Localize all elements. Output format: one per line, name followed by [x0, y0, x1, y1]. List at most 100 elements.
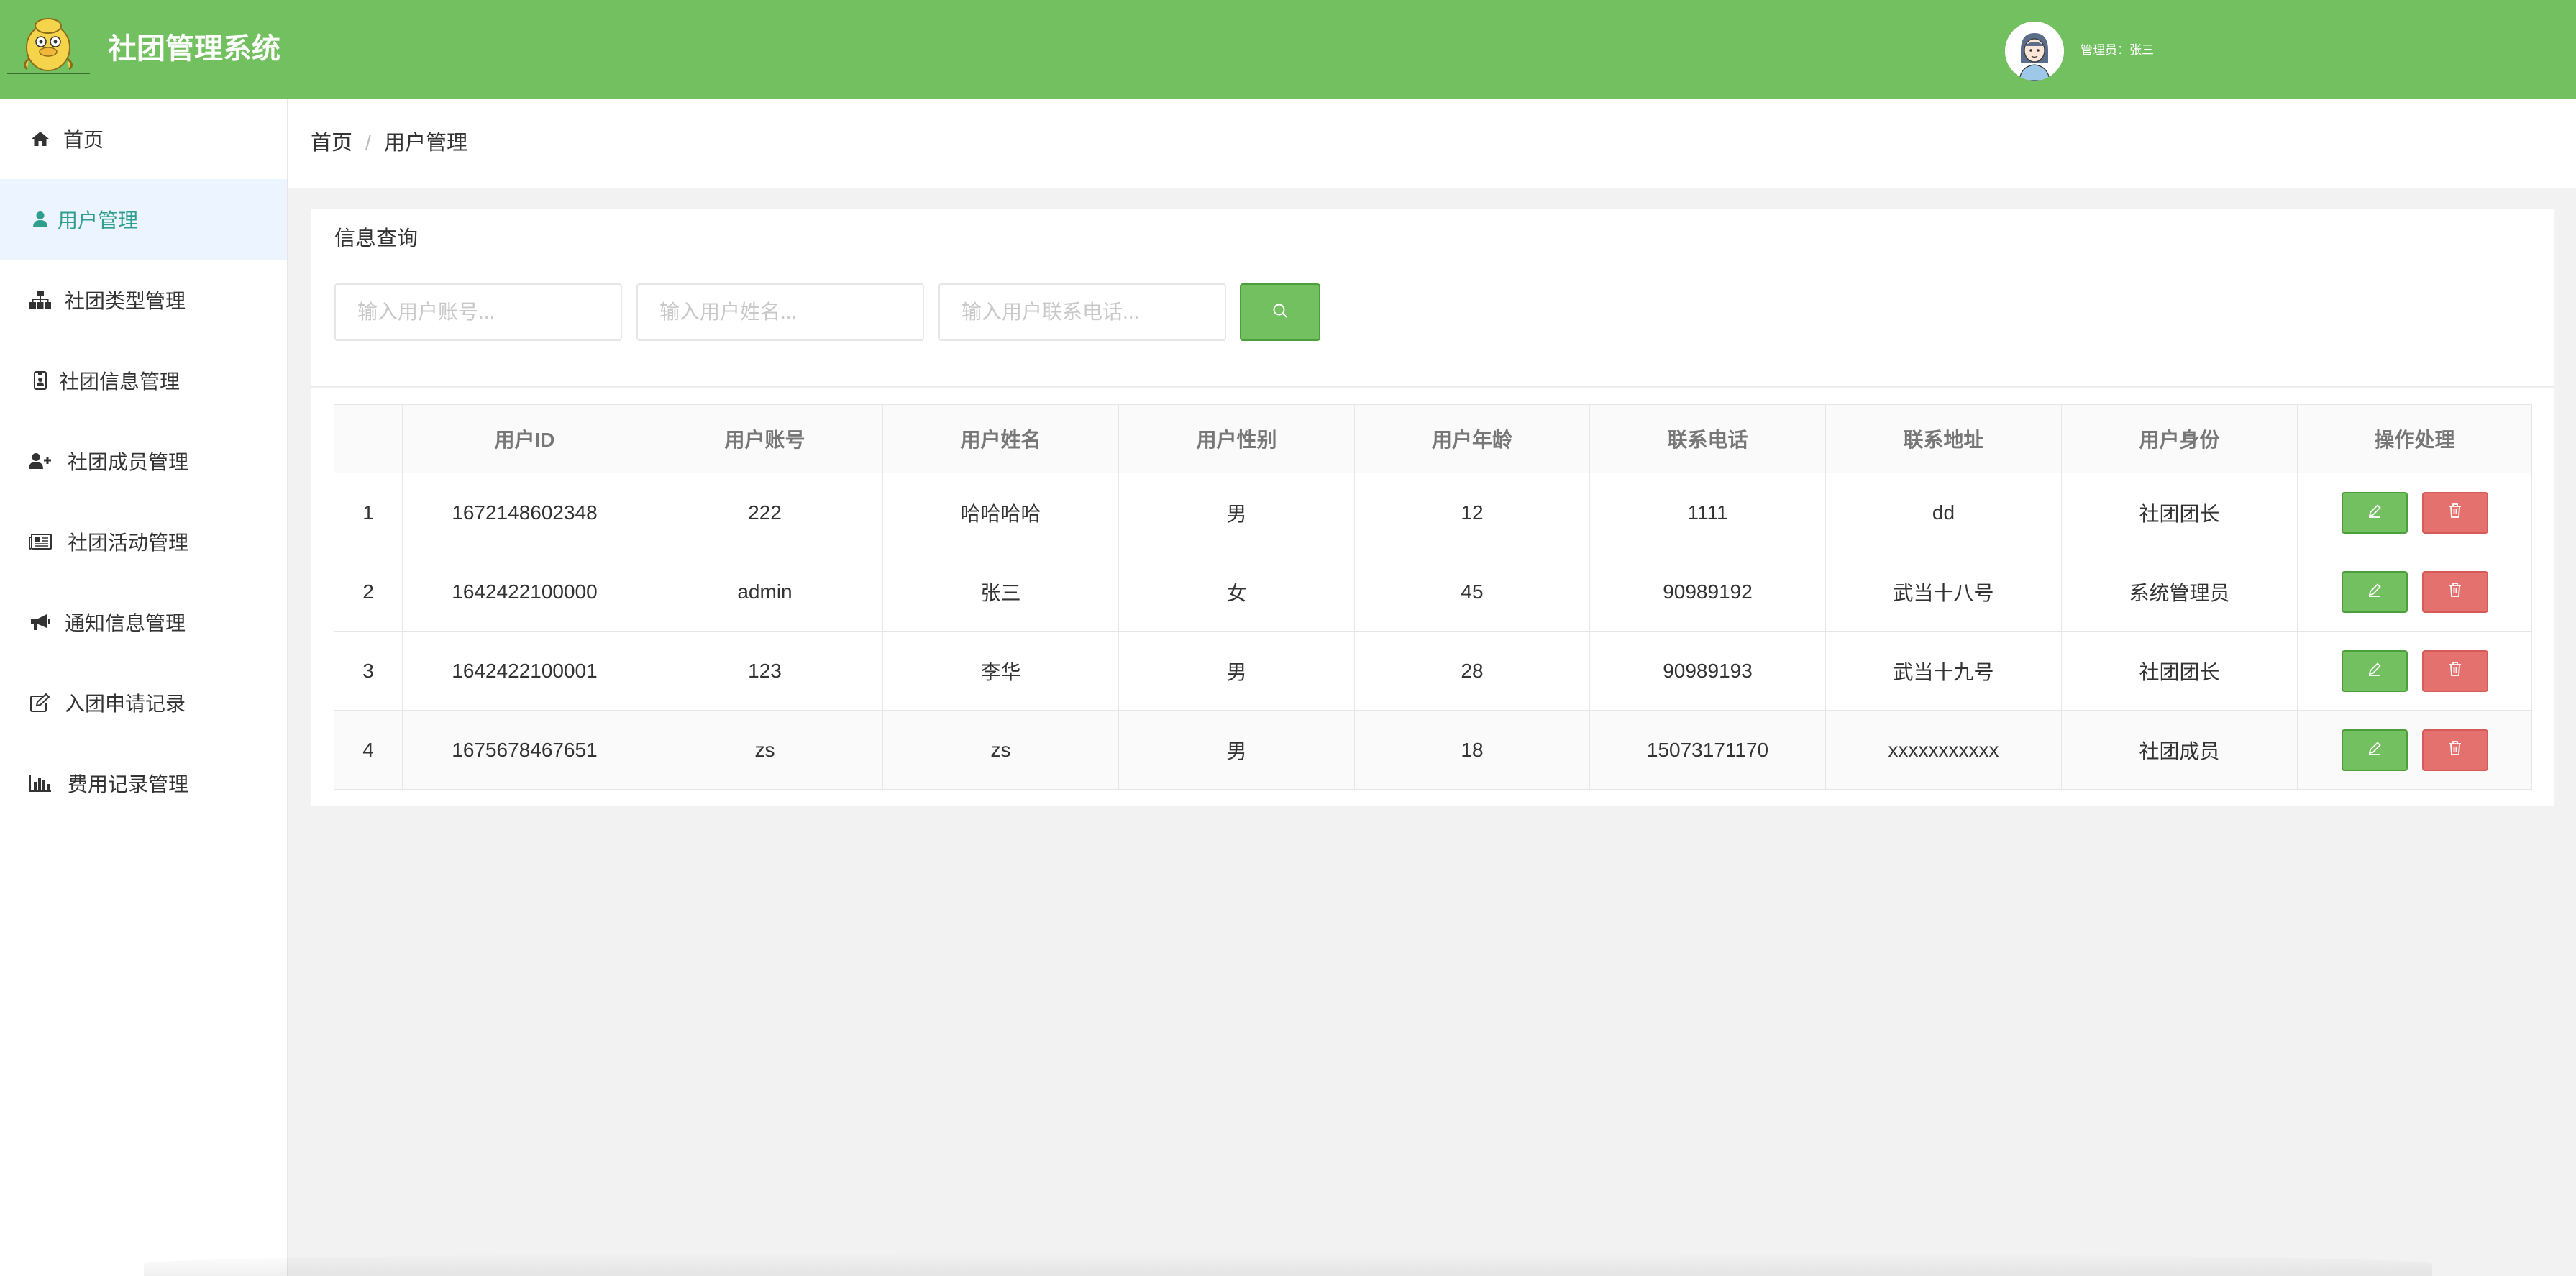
sidebar-item-label: 社团活动管理: [68, 532, 189, 554]
search-card-title: 信息查询: [334, 227, 419, 250]
column-header-age: 用户年龄: [1354, 404, 1590, 473]
bar-chart-icon: [29, 772, 52, 795]
delete-button[interactable]: [2421, 650, 2488, 692]
cell-role: 社团团长: [2061, 631, 2298, 711]
avatar-girl-icon[interactable]: [2005, 22, 2064, 81]
bottom-shadow: [144, 1252, 2432, 1276]
edit-icon: [29, 691, 52, 714]
sidebar-item-club-types[interactable]: 社团类型管理: [0, 260, 287, 340]
cell-role: 社团成员: [2061, 710, 2298, 790]
sidebar-item-label: 社团类型管理: [65, 290, 186, 312]
user-icon: [29, 208, 52, 231]
cell-age: 28: [1354, 631, 1590, 711]
edit-button[interactable]: [2341, 650, 2408, 692]
pencil-icon: [2366, 660, 2383, 683]
cell-name: 李华: [882, 631, 1119, 711]
cell-actions: [2297, 473, 2532, 552]
sidebar-item-label: 用户管理: [58, 209, 139, 232]
cell-phone: 1111: [1589, 473, 1826, 552]
cell-account: zs: [647, 710, 883, 790]
cell-user-id: 1642422100000: [402, 552, 647, 632]
cell-age: 18: [1354, 710, 1590, 790]
sidebar-nav: 首页 用户管理 社团类型管理 社团信息管理 社团成员管理 社团活动管理 通知信息…: [0, 99, 288, 1276]
sidebar-item-label: 社团成员管理: [68, 451, 189, 473]
cell-actions: [2297, 631, 2532, 711]
cell-user-id: 1672148602348: [402, 473, 647, 552]
column-header-gender: 用户性别: [1118, 404, 1355, 473]
home-icon: [29, 127, 52, 150]
cell-role: 系统管理员: [2061, 552, 2298, 632]
edit-button[interactable]: [2341, 570, 2408, 613]
cell-name: zs: [882, 710, 1119, 790]
user-table-card: 用户ID 用户账号 用户姓名 用户性别 用户年龄 联系电话 联系地址 用户身份 …: [311, 388, 2554, 806]
cell-gender: 女: [1118, 552, 1355, 632]
cell-phone: 90989193: [1589, 631, 1826, 711]
cell-address: dd: [1825, 473, 2062, 552]
search-card: 信息查询: [311, 209, 2554, 387]
cell-phone: 90989192: [1589, 552, 1826, 632]
user-plus-icon: [29, 450, 52, 473]
cell-address: xxxxxxxxxxx: [1825, 710, 2062, 790]
cell-gender: 男: [1118, 710, 1355, 790]
table-header-row: 用户ID 用户账号 用户姓名 用户性别 用户年龄 联系电话 联系地址 用户身份 …: [334, 404, 2532, 473]
search-button[interactable]: [1240, 283, 1320, 341]
sidebar-item-club-info[interactable]: 社团信息管理: [0, 340, 287, 421]
delete-button[interactable]: [2421, 491, 2488, 534]
id-badge-icon: [29, 369, 52, 392]
breadcrumb-home-link[interactable]: 首页: [311, 132, 352, 155]
cell-actions: [2297, 710, 2532, 790]
sidebar-item-notices[interactable]: 通知信息管理: [0, 582, 287, 662]
table-row: 4 1675678467651 zs zs 男 18 15073171170 x…: [334, 710, 2532, 790]
sidebar-item-label: 入团申请记录: [65, 693, 186, 715]
sidebar-item-users[interactable]: 用户管理: [0, 179, 287, 260]
breadcrumb-bar: 首页 / 用户管理: [288, 99, 2576, 188]
sidebar-item-club-activities[interactable]: 社团活动管理: [0, 501, 287, 582]
column-header-account: 用户账号: [647, 404, 883, 473]
column-header-phone: 联系电话: [1589, 404, 1826, 473]
phone-search-input[interactable]: [938, 283, 1226, 341]
delete-button[interactable]: [2421, 729, 2488, 771]
cell-name: 张三: [882, 552, 1119, 632]
edit-button[interactable]: [2341, 729, 2408, 771]
user-table: 用户ID 用户账号 用户姓名 用户性别 用户年龄 联系电话 联系地址 用户身份 …: [334, 404, 2532, 790]
cell-phone: 15073171170: [1589, 710, 1826, 790]
sidebar-item-join-requests[interactable]: 入团申请记录: [0, 662, 287, 743]
sidebar-item-club-members[interactable]: 社团成员管理: [0, 421, 287, 501]
column-header-actions: 操作处理: [2297, 404, 2532, 473]
column-header-address: 联系地址: [1825, 404, 2062, 473]
cell-account: 123: [647, 631, 883, 711]
sidebar-item-label: 首页: [63, 129, 104, 151]
cell-user-id: 1642422100001: [402, 631, 647, 711]
name-search-input[interactable]: [636, 283, 924, 341]
edit-button[interactable]: [2341, 491, 2408, 534]
table-row: 3 1642422100001 123 李华 男 28 90989193 武当十…: [334, 631, 2532, 711]
account-search-input[interactable]: [334, 283, 622, 341]
cell-address: 武当十九号: [1825, 631, 2062, 711]
breadcrumb-separator: /: [365, 132, 372, 155]
admin-label[interactable]: 管理员：张三: [2081, 42, 2154, 59]
delete-button[interactable]: [2421, 570, 2488, 613]
breadcrumb: 首页 / 用户管理: [311, 130, 467, 156]
trash-icon: [2447, 660, 2463, 683]
cell-gender: 男: [1118, 631, 1355, 711]
sidebar-item-label: 费用记录管理: [68, 773, 189, 796]
cell-index: 3: [334, 631, 403, 711]
search-card-header: 信息查询: [311, 209, 2554, 268]
cell-actions: [2297, 552, 2532, 632]
trash-icon: [2447, 739, 2463, 762]
column-header-role: 用户身份: [2061, 404, 2298, 473]
sidebar-item-fee-records[interactable]: 费用记录管理: [0, 743, 287, 824]
sidebar-item-label: 社团信息管理: [59, 370, 181, 393]
cell-index: 1: [334, 473, 403, 552]
cell-name: 哈哈哈哈: [882, 473, 1119, 552]
column-header-user-id: 用户ID: [402, 404, 647, 473]
app-title: 社团管理系统: [108, 33, 280, 65]
trash-icon: [2447, 501, 2463, 524]
sidebar-item-home[interactable]: 首页: [0, 99, 287, 179]
sitemap-icon: [29, 288, 52, 311]
trash-icon: [2447, 580, 2463, 603]
search-icon: [1271, 302, 1289, 323]
table-row: 2 1642422100000 admin 张三 女 45 90989192 武…: [334, 552, 2532, 632]
cell-account: admin: [647, 552, 883, 632]
cell-address: 武当十八号: [1825, 552, 2062, 632]
